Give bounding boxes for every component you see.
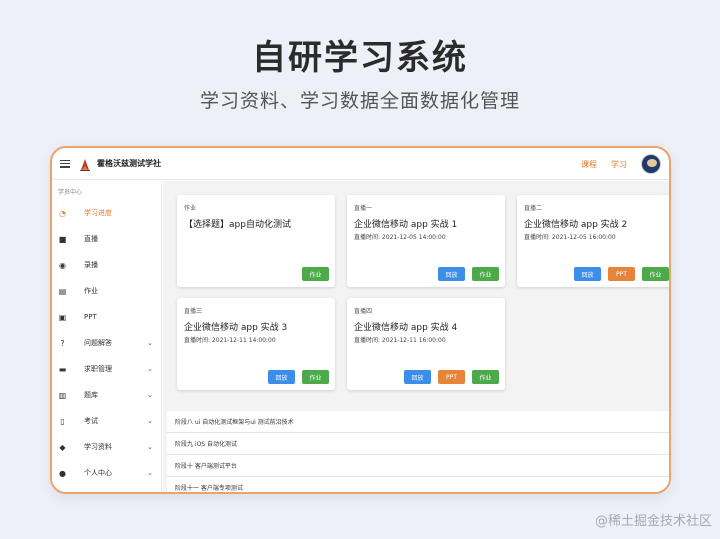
ppt-button[interactable]: PPT bbox=[608, 267, 635, 281]
top-bar: 霍格沃兹测试学社 课程 学习 bbox=[52, 148, 669, 180]
sidebar-item[interactable]: ◔ 学习进度 bbox=[52, 200, 161, 226]
sidebar-item[interactable]: ▬ 求职管理 ⌄ bbox=[52, 356, 161, 382]
exam-icon: ▯ bbox=[60, 416, 65, 426]
card-tag: 直播四 bbox=[354, 308, 373, 315]
sidebar-item[interactable]: ◆ 学习资料 ⌄ bbox=[52, 434, 161, 460]
card-tag: 直播一 bbox=[354, 205, 373, 212]
record-icon: ◉ bbox=[59, 260, 66, 270]
sidebar-item-label: 学习进度 bbox=[84, 209, 112, 217]
sidebar-item-label: 学习资料 bbox=[84, 443, 112, 451]
hero-subtitle: 学习资料、学习数据全面数据化管理 bbox=[199, 90, 520, 112]
sidebar-item-label: 个人中心 bbox=[84, 469, 112, 477]
homework-icon: ▤ bbox=[58, 286, 67, 296]
stage-row[interactable]: 阶段八 ui 自动化测试框架与ui 测试前沿技术 bbox=[167, 411, 669, 433]
stage-row[interactable]: 阶段九 iOS 自动化测试 bbox=[167, 433, 669, 455]
brand-name[interactable]: 霍格沃兹测试学社 bbox=[97, 158, 161, 169]
homework-button[interactable]: 作业 bbox=[302, 370, 329, 384]
card-tag: 作业 bbox=[184, 205, 197, 212]
course-card: 直播一 企业微信移动 app 实战 1 直播时间: 2021-12-05 14:… bbox=[347, 195, 505, 287]
sidebar-item[interactable]: ◉ 录播 bbox=[52, 252, 161, 278]
sidebar-item[interactable]: ▯ 考试 ⌄ bbox=[52, 408, 161, 434]
briefcase-icon: ▬ bbox=[58, 364, 67, 374]
main-content: 作业 【选择题】app自动化测试 作业 直播一 企业微信移动 app 实战 1 … bbox=[163, 181, 669, 492]
sidebar-item[interactable]: ▥ 题库 ⌄ bbox=[52, 382, 161, 408]
replay-button[interactable]: 回放 bbox=[404, 370, 431, 384]
sidebar-item[interactable]: ▤ 作业 bbox=[52, 278, 161, 304]
sidebar: 学员中心 ◔ 学习进度 ■ 直播 ◉ 录播 ▤ 作业 ▣ PPT? 问题解答 ⌄ ▬ 求职管理 ⌄ ▥ 题库 ⌄ ▯… bbox=[52, 181, 162, 492]
ppt-icon: ▣ bbox=[58, 312, 67, 322]
stage-list: 阶段八 ui 自动化测试框架与ui 测试前沿技术 阶段九 iOS 自动化测试 阶… bbox=[167, 411, 669, 492]
app-window: 霍格沃兹测试学社 课程 学习 学员中心 ◔ 学习进度 ■ 直播 ◉ 录播 ▤ 作业 ▣ PPT? 问… bbox=[50, 146, 671, 494]
homework-button[interactable]: 作业 bbox=[472, 370, 499, 384]
sidebar-item-label: 直播 bbox=[84, 235, 98, 243]
chevron-down-icon: ⌄ bbox=[147, 417, 153, 425]
sidebar-item-label: PPT bbox=[84, 313, 97, 321]
card-title: 企业微信移动 app 实战 4 bbox=[354, 323, 458, 333]
homework-button[interactable]: 作业 bbox=[302, 267, 329, 281]
replay-button[interactable]: 回放 bbox=[438, 267, 465, 281]
stage-row[interactable]: 阶段十一 客户端专项测试 bbox=[167, 477, 669, 492]
watermark: @稀土掘金技术社区 bbox=[594, 514, 712, 529]
sidebar-item-label: 求职管理 bbox=[84, 365, 112, 373]
card-title: 企业微信移动 app 实战 3 bbox=[184, 323, 288, 333]
chevron-down-icon: ⌄ bbox=[147, 469, 153, 477]
hero-title: 自研学习系统 bbox=[252, 38, 468, 78]
sidebar-item[interactable]: ? 问题解答 ⌄ bbox=[52, 330, 161, 356]
course-card: 直播三 企业微信移动 app 实战 3 直播时间: 2021-12-11 14:… bbox=[177, 298, 335, 390]
card-title: 企业微信移动 app 实战 2 bbox=[524, 220, 628, 230]
course-card: 直播四 企业微信移动 app 实战 4 直播时间: 2021-12-11 16:… bbox=[347, 298, 505, 390]
course-card: 作业 【选择题】app自动化测试 作业 bbox=[177, 195, 335, 287]
card-time: 直播时间: 2021-12-05 14:00:00 bbox=[354, 234, 446, 241]
user-icon: ● bbox=[59, 468, 66, 478]
ppt-button[interactable]: PPT bbox=[438, 370, 465, 384]
chevron-down-icon: ⌄ bbox=[147, 443, 153, 451]
chevron-down-icon: ⌄ bbox=[147, 339, 153, 347]
avatar[interactable] bbox=[641, 154, 661, 174]
card-time: 直播时间: 2021-12-11 16:00:00 bbox=[354, 337, 446, 344]
hamburger-menu-icon[interactable] bbox=[60, 159, 70, 168]
card-tag: 直播二 bbox=[524, 205, 543, 212]
card-title: 【选择题】app自动化测试 bbox=[184, 220, 291, 230]
sidebar-item[interactable]: ● 个人中心 ⌄ bbox=[52, 460, 161, 486]
sidebar-item[interactable]: ▣ PPT bbox=[52, 304, 161, 330]
school-logo bbox=[78, 157, 92, 171]
stage-row[interactable]: 阶段十 客户端测试平台 bbox=[167, 455, 669, 477]
sidebar-item[interactable]: ■ 直播 bbox=[52, 226, 161, 252]
sidebar-item-label: 题库 bbox=[84, 391, 98, 399]
sidebar-heading: 学员中心 bbox=[58, 189, 83, 196]
sidebar-item-label: 作业 bbox=[84, 287, 98, 295]
nav-courses-link[interactable]: 课程 bbox=[581, 159, 597, 170]
card-time: 直播时间: 2021-12-11 14:00:00 bbox=[184, 337, 276, 344]
replay-button[interactable]: 回放 bbox=[268, 370, 295, 384]
chevron-down-icon: ⌄ bbox=[147, 391, 153, 399]
video-camera-icon: ■ bbox=[58, 234, 67, 244]
homework-button[interactable]: 作业 bbox=[642, 267, 669, 281]
question-bank-icon: ▥ bbox=[58, 390, 67, 400]
chevron-down-icon: ⌄ bbox=[147, 365, 153, 373]
graduation-cap-icon: ◆ bbox=[59, 442, 66, 452]
question-icon: ? bbox=[60, 338, 65, 348]
progress-icon: ◔ bbox=[59, 208, 66, 218]
card-time: 直播时间: 2021-12-05 16:00:00 bbox=[524, 234, 616, 241]
sidebar-item-label: 问题解答 bbox=[84, 339, 112, 347]
course-card: 直播二 企业微信移动 app 实战 2 直播时间: 2021-12-05 16:… bbox=[517, 195, 669, 287]
homework-button[interactable]: 作业 bbox=[472, 267, 499, 281]
sidebar-item-label: 录播 bbox=[84, 261, 98, 269]
card-title: 企业微信移动 app 实战 1 bbox=[354, 220, 458, 230]
nav-learning-link[interactable]: 学习 bbox=[611, 159, 627, 170]
sidebar-item-label: 考试 bbox=[84, 417, 98, 425]
card-tag: 直播三 bbox=[184, 308, 203, 315]
replay-button[interactable]: 回放 bbox=[574, 267, 601, 281]
